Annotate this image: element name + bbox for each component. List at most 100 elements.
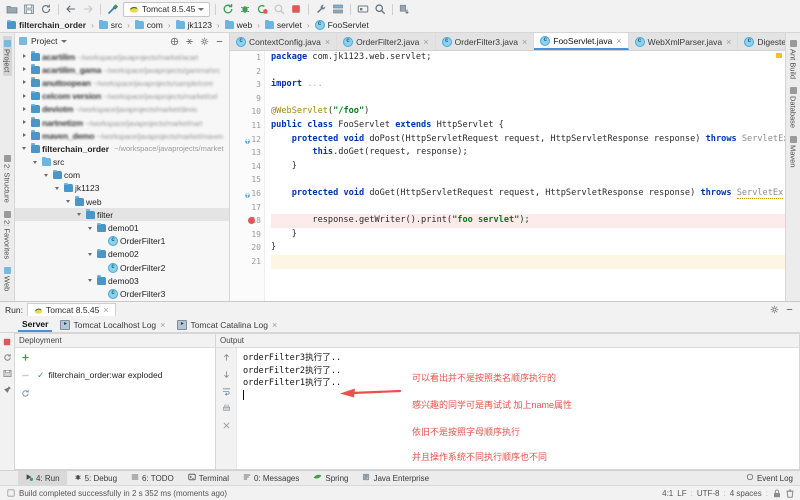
expand-arrow-icon[interactable] — [87, 224, 95, 232]
sidebar-item-database[interactable]: Database — [789, 83, 798, 132]
code-line[interactable] — [271, 201, 785, 215]
close-icon[interactable]: × — [160, 320, 165, 330]
chevron-down-icon[interactable] — [61, 39, 68, 43]
tree-item-demo02[interactable]: demo02 — [15, 248, 229, 261]
settings-wrench-icon[interactable] — [314, 2, 328, 16]
tree-item-orderfilter2[interactable]: c OrderFilter2 — [15, 261, 229, 274]
indent-setting[interactable]: 4 spaces — [730, 489, 762, 498]
code-text-area[interactable]: package com.jk1123.web.servlet; import .… — [265, 51, 785, 301]
settings-gear-icon[interactable] — [199, 36, 210, 47]
add-icon[interactable] — [21, 353, 30, 362]
tree-item[interactable]: maven_demo ~/workspace/javaprojects/mark… — [15, 129, 229, 142]
run-with-coverage-icon[interactable] — [255, 2, 269, 16]
tree-item[interactable]: acartilim_gama ~/workspace/javaprojects/… — [15, 63, 229, 76]
close-icon[interactable]: × — [325, 37, 330, 47]
refresh-icon[interactable] — [21, 389, 30, 398]
tree-item-filterchain-order[interactable]: filterchain_order ~/workspace/javaproject… — [15, 142, 229, 155]
print-icon[interactable] — [222, 404, 231, 413]
project-tree[interactable]: acartilim ~/workspace/javaprojects/marke… — [15, 49, 229, 301]
lock-icon[interactable] — [772, 489, 781, 498]
code-line[interactable] — [271, 65, 785, 79]
override-method-icon[interactable] — [244, 190, 251, 198]
up-arrow-icon[interactable] — [222, 353, 231, 362]
expand-arrow-icon[interactable] — [21, 66, 29, 74]
close-icon[interactable]: × — [272, 320, 277, 330]
collapse-all-icon[interactable] — [184, 36, 195, 47]
stop-icon[interactable] — [3, 337, 12, 346]
code-line[interactable]: } — [271, 228, 785, 242]
editor-tab-digesterfactory[interactable]: cDigesterFactory.java× — [738, 33, 785, 50]
caret-position[interactable]: 4:1 — [662, 489, 673, 498]
editor-tab-contextconfig[interactable]: c ContextConfig.java × — [230, 33, 338, 50]
open-folder-icon[interactable] — [5, 2, 19, 16]
expand-arrow-icon[interactable] — [98, 290, 106, 298]
expand-arrow-icon[interactable] — [21, 92, 29, 100]
breadcrumb-item-jk1123[interactable]: jk1123 — [174, 19, 214, 30]
bottom-tab-terminal[interactable]: Terminal — [181, 471, 236, 485]
hide-panel-icon[interactable] — [214, 36, 225, 47]
editor-tab-webxmlparser[interactable]: c WebXmlParser.java × — [628, 33, 739, 50]
debug-icon[interactable] — [238, 2, 252, 16]
console-output[interactable]: orderFilter3执行了.. orderFilter2执行了.. orderF… — [237, 348, 799, 469]
trash-icon[interactable] — [785, 489, 794, 498]
chevron-down-icon[interactable] — [198, 7, 205, 11]
breadcrumb-item-com[interactable]: com — [133, 19, 165, 30]
expand-arrow-icon[interactable] — [43, 171, 51, 179]
tree-item-web[interactable]: web — [15, 195, 229, 208]
line-separator[interactable]: LF — [677, 489, 686, 498]
expand-arrow-icon[interactable] — [21, 53, 29, 61]
pin-icon[interactable] — [3, 385, 12, 394]
tree-item[interactable]: anuttoopean ~/workspace/javaprojects/sam… — [15, 76, 229, 89]
code-line[interactable] — [271, 173, 785, 187]
editor-tab-orderfilter3[interactable]: c OrderFilter3.java × — [435, 33, 535, 50]
editor-tab-orderfilter2[interactable]: c OrderFilter2.java × — [337, 33, 436, 50]
event-log-button[interactable]: Event Log — [739, 471, 800, 485]
expand-arrow-icon[interactable] — [54, 184, 62, 192]
sidebar-item-project[interactable]: Project — [2, 36, 12, 77]
code-line[interactable]: } — [271, 160, 785, 174]
bottom-tab-5-debug[interactable]: 5: Debug — [67, 471, 124, 485]
tree-item-src[interactable]: src — [15, 156, 229, 169]
code-line[interactable]: protected void doPost(HttpServletRequest… — [271, 133, 785, 147]
bottom-tab-java-enterprise[interactable]: Java Enterprise — [355, 471, 436, 485]
tree-item-demo03[interactable]: demo03 — [15, 274, 229, 287]
tree-item-filter[interactable]: filter — [15, 208, 229, 222]
tree-item[interactable]: nartnetizm ~/workspace/javaprojects/mark… — [15, 116, 229, 129]
expand-arrow-icon[interactable] — [21, 105, 29, 113]
close-icon[interactable]: × — [616, 36, 621, 46]
expand-arrow-icon[interactable] — [98, 237, 106, 245]
rerun-icon[interactable] — [221, 2, 235, 16]
expand-arrow-icon[interactable] — [76, 211, 84, 219]
code-line[interactable]: @WebServlet("/foo") — [271, 105, 785, 119]
bottom-tab-6-todo[interactable]: 6: TODO — [124, 471, 181, 485]
expand-arrow-icon[interactable] — [32, 158, 40, 166]
bottom-tab-0-messages[interactable]: 0: Messages — [236, 471, 306, 485]
override-method-icon[interactable] — [244, 136, 251, 144]
expand-arrow-icon[interactable] — [21, 132, 29, 140]
breadcrumb-item-servlet[interactable]: servlet — [263, 19, 304, 30]
tree-item[interactable]: celcom version ~/workspace/javaprojects/… — [15, 90, 229, 103]
expand-arrow-icon[interactable] — [21, 79, 29, 87]
rerun-icon[interactable] — [3, 353, 12, 362]
clear-all-icon[interactable] — [222, 421, 231, 430]
vcs-update-icon[interactable] — [398, 2, 412, 16]
bottom-tab-4-run[interactable]: 4: Run — [18, 471, 67, 485]
expand-arrow-icon[interactable] — [65, 198, 73, 206]
tree-item-demo01[interactable]: demo01 — [15, 221, 229, 234]
code-line[interactable]: package com.jk1123.web.servlet; — [271, 51, 785, 65]
save-icon[interactable] — [3, 369, 12, 378]
sidebar-item-ant-build[interactable]: Ant Build — [789, 36, 798, 83]
settings-gear-icon[interactable] — [769, 304, 780, 315]
screen-icon[interactable] — [356, 2, 370, 16]
deployment-item[interactable]: ✓ filterchain_order:war exploded — [35, 348, 162, 398]
tree-item-com[interactable]: com — [15, 169, 229, 182]
hide-panel-icon[interactable] — [784, 304, 795, 315]
code-line[interactable]: } — [271, 241, 785, 255]
stop-icon[interactable] — [289, 2, 303, 16]
tab-server[interactable]: Server — [18, 318, 53, 332]
code-line[interactable]: response.getWriter().print("foo servlet"… — [271, 214, 785, 228]
tab-tomcat-localhost-log[interactable]: ▸ Tomcat Localhost Log × — [56, 319, 169, 331]
code-line[interactable]: protected void doGet(HttpServletRequest … — [271, 187, 785, 201]
down-arrow-icon[interactable] — [222, 370, 231, 379]
build-hammer-icon[interactable] — [106, 2, 120, 16]
